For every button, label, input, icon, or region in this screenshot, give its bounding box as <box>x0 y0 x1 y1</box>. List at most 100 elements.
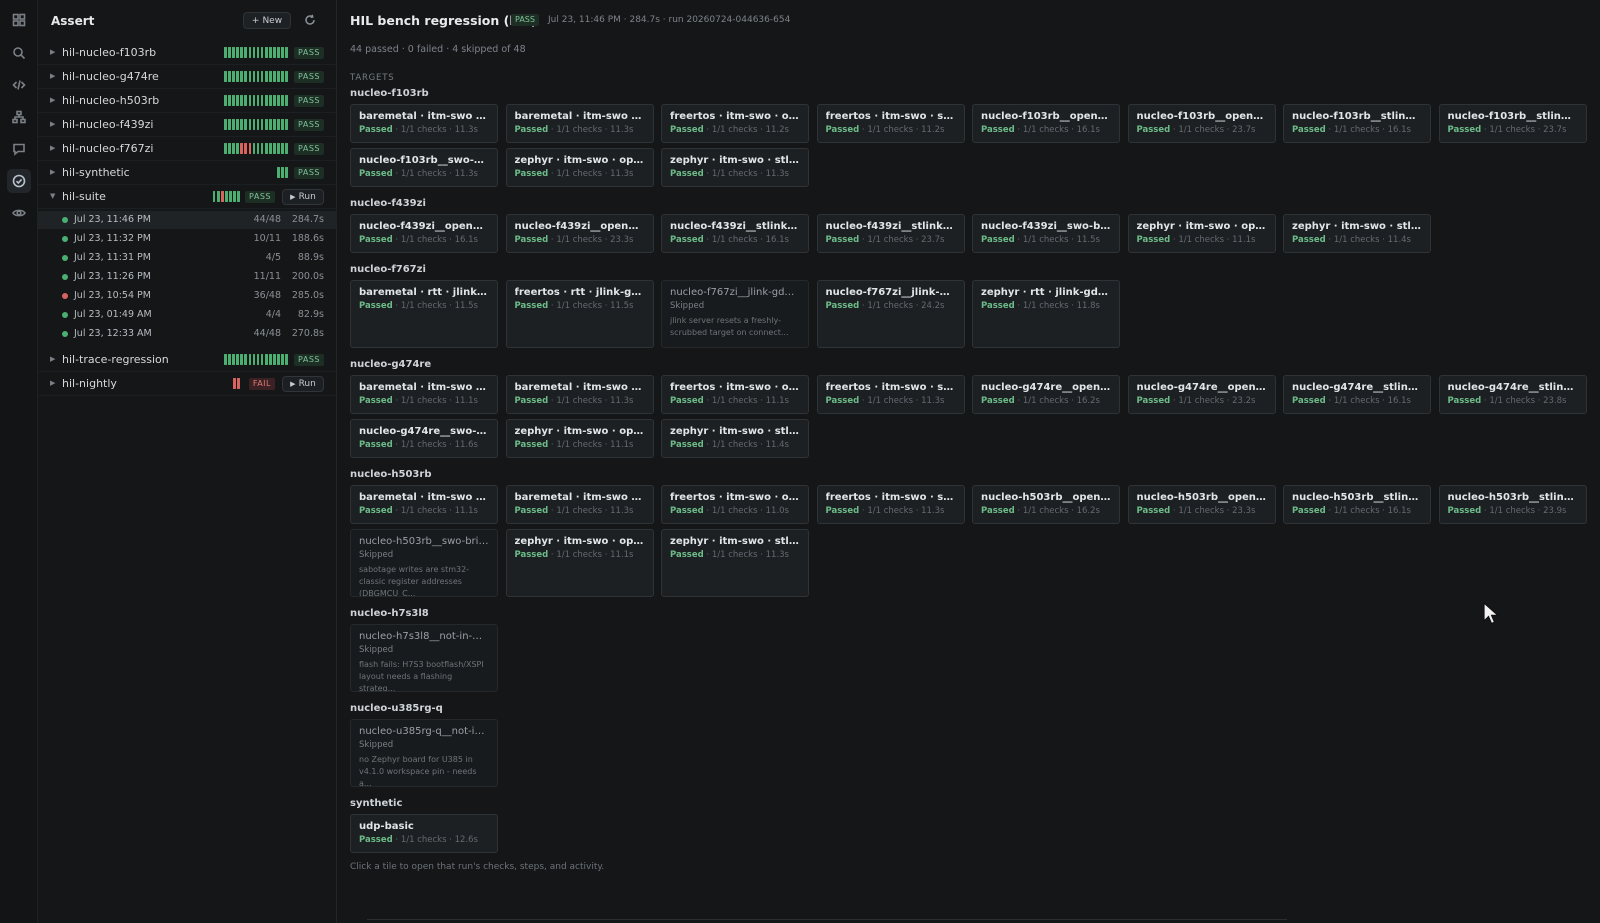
target-tile[interactable]: nucleo-f439zi__stlink-gdb Passed · 1/1 ch… <box>661 214 809 253</box>
run-history-item[interactable]: Jul 23, 10:54 PM 36/48 285.0s <box>38 287 337 305</box>
target-tile[interactable]: freertos · itm-swo · stlink-gdb Passed · … <box>816 104 965 143</box>
run-button[interactable]: ▶ Run <box>282 376 324 392</box>
suite-row[interactable]: ▶ hil-nightly FAIL ▶ Run <box>38 372 337 396</box>
target-tile[interactable]: freertos · itm-swo · openocd Passed · 1/1… <box>661 485 809 524</box>
chevron-right-icon[interactable]: ▶ <box>50 120 55 128</box>
target-tile[interactable]: zephyr · itm-swo · stlink-gdb Passed · 1/… <box>661 529 809 597</box>
suite-row[interactable]: ▶ hil-nucleo-f103rb PASS <box>38 41 337 65</box>
target-tile[interactable]: nucleo-h503rb__openocd_gdb Passed · 1/1 c… <box>972 485 1120 524</box>
target-tile[interactable]: zephyr · itm-swo · openocd Passed · 1/1 c… <box>1127 214 1276 253</box>
chat-icon[interactable] <box>7 137 31 161</box>
target-tile[interactable]: nucleo-f103rb__stlink-gdb Passed · 1/1 ch… <box>1283 104 1431 143</box>
target-tile[interactable]: freertos · itm-swo · openocd Passed · 1/1… <box>661 375 809 414</box>
code-icon[interactable] <box>7 73 31 97</box>
target-tile[interactable]: nucleo-f103rb__openocd_gdb Passed · 1/1 c… <box>972 104 1120 143</box>
target-tile[interactable]: udp-basic Passed · 1/1 checks · 12.6s <box>350 814 498 853</box>
target-tile[interactable]: nucleo-g474re__openocd_gdb Passed · 1/1 c… <box>972 375 1120 414</box>
run-duration: 88.9s <box>297 252 324 263</box>
target-tile[interactable]: nucleo-h503rb__swo-bringup Skipped sabotag… <box>350 529 498 597</box>
tile-state: Skipped <box>359 550 394 560</box>
target-tile[interactable]: nucleo-h503rb__openocd_rtt Passed · 1/1 c… <box>1127 485 1276 524</box>
history-bar <box>269 47 272 58</box>
target-tile[interactable]: nucleo-g474re__stlink-gdb-rtt Passed · 1/… <box>1438 375 1587 414</box>
run-history-item[interactable]: Jul 23, 11:31 PM 4/5 88.9s <box>38 249 337 267</box>
target-tile[interactable]: zephyr · itm-swo · stlink-gdb Passed · 1/… <box>661 419 809 458</box>
target-tile[interactable]: baremetal · itm-swo · stlink Passed · 1/1… <box>505 485 654 524</box>
chevron-right-icon[interactable]: ▶ <box>50 72 55 80</box>
target-tile[interactable]: nucleo-u385rg-q__not-in-matrix Skipped no … <box>350 719 498 787</box>
target-tile[interactable]: nucleo-g474re__openocd_rtt Passed · 1/1 c… <box>1127 375 1276 414</box>
target-tile[interactable]: zephyr · itm-swo · stlink-gdb Passed · 1/… <box>1283 214 1431 253</box>
target-tile[interactable]: nucleo-g474re__stlink-gdb Passed · 1/1 ch… <box>1283 375 1431 414</box>
tile-name: nucleo-f767zi__jlink-gdbs-rtt <box>825 287 956 298</box>
search-icon[interactable] <box>7 41 31 65</box>
target-tile[interactable]: zephyr · itm-swo · stlink-gdb Passed · 1/… <box>661 148 809 187</box>
target-tile[interactable]: nucleo-h7s3l8__not-in-matrix Skipped flash… <box>350 624 498 692</box>
target-tile[interactable]: nucleo-f767zi__jlink-gdbs-rtt Passed · 1/… <box>816 280 965 348</box>
tile-name: baremetal · itm-swo · openocd <box>359 492 489 503</box>
target-tile[interactable]: baremetal · rtt · jlink-gdbserver Passed … <box>350 280 498 348</box>
tile-separator: · <box>392 396 401 406</box>
check-circle-icon[interactable] <box>7 169 31 193</box>
target-tile[interactable]: baremetal · itm-swo · stlink Passed · 1/1… <box>505 104 654 143</box>
target-tile[interactable]: baremetal · itm-swo · openocd Passed · 1/… <box>350 104 498 143</box>
refresh-icon[interactable] <box>304 14 316 26</box>
tile-status: Passed · 1/1 checks · 23.3s <box>1137 506 1267 516</box>
target-tile[interactable]: nucleo-h503rb__stlink-gdb-rtt Passed · 1/… <box>1438 485 1587 524</box>
chevron-down-icon[interactable]: ▼ <box>50 192 55 200</box>
target-tile[interactable]: nucleo-f439zi__openocd_rtt Passed · 1/1 c… <box>505 214 654 253</box>
target-tile[interactable]: zephyr · rtt · jlink-gdbserver Passed · 1… <box>972 280 1120 348</box>
chevron-right-icon[interactable]: ▶ <box>50 168 55 176</box>
target-tile[interactable]: nucleo-h503rb__stlink-gdb Passed · 1/1 ch… <box>1283 485 1431 524</box>
history-bar <box>252 47 256 58</box>
target-tile[interactable]: nucleo-f439zi__openocd_gdb Passed · 1/1 c… <box>350 214 498 253</box>
suite-row[interactable]: ▶ hil-trace-regression PASS <box>38 348 337 372</box>
run-history-item[interactable]: Jul 23, 11:32 PM 10/11 188.6s <box>38 230 337 248</box>
suite-row[interactable]: ▶ hil-synthetic PASS <box>38 161 337 185</box>
run-history-item[interactable]: Jul 23, 01:49 AM 4/4 82.9s <box>38 306 337 324</box>
chevron-right-icon[interactable]: ▶ <box>50 144 55 152</box>
target-tile[interactable]: nucleo-f439zi__swo-bringup Passed · 1/1 c… <box>972 214 1120 253</box>
target-tile[interactable]: zephyr · itm-swo · openocd Passed · 1/1 c… <box>505 529 654 597</box>
horizontal-scrollbar[interactable] <box>367 919 1287 922</box>
suite-row[interactable]: ▶ hil-nucleo-f767zi PASS <box>38 137 337 161</box>
tile-state: Passed <box>670 235 704 245</box>
suite-row[interactable]: ▶ hil-nucleo-f439zi PASS <box>38 113 337 137</box>
target-tile[interactable]: freertos · rtt · jlink-gdbserver Passed ·… <box>505 280 654 348</box>
run-history-item[interactable]: Jul 23, 11:46 PM 44/48 284.7s <box>38 211 337 229</box>
suite-row[interactable]: ▶ hil-nucleo-h503rb PASS <box>38 89 337 113</box>
target-tile[interactable]: nucleo-f103rb__stlink-gdb-rtt Passed · 1/… <box>1438 104 1587 143</box>
target-tile[interactable]: zephyr · itm-swo · openocd Passed · 1/1 c… <box>505 148 654 187</box>
tile-detail: 1/1 checks · 11.1s <box>400 396 478 406</box>
target-tile[interactable]: nucleo-f103rb__swo-bringup Passed · 1/1 c… <box>350 148 498 187</box>
target-tile[interactable]: baremetal · itm-swo · openocd Passed · 1/… <box>350 485 498 524</box>
chevron-right-icon[interactable]: ▶ <box>50 48 55 56</box>
target-tile[interactable]: nucleo-f439zi__stlink-gdb-rtt Passed · 1/… <box>816 214 965 253</box>
chevron-right-icon[interactable]: ▶ <box>50 355 55 363</box>
tile-detail: 1/1 checks · 16.1s <box>1333 396 1411 406</box>
target-tile[interactable]: freertos · itm-swo · stlink-gdb Passed · … <box>816 485 965 524</box>
tile-name: freertos · itm-swo · openocd <box>670 111 800 122</box>
run-history-item[interactable]: Jul 23, 11:26 PM 11/11 200.0s <box>38 268 337 286</box>
suite-row[interactable]: ▼ hil-suite PASS ▶ Run <box>38 185 337 209</box>
run-summary: 44 passed · 0 failed · 4 skipped of 48 <box>350 44 526 55</box>
hierarchy-icon[interactable] <box>7 105 31 129</box>
target-tile[interactable]: baremetal · itm-swo · openocd Passed · 1/… <box>350 375 498 414</box>
run-history-item[interactable]: Jul 23, 12:33 AM 44/48 270.8s <box>38 325 337 343</box>
run-button[interactable]: ▶ Run <box>282 189 324 205</box>
new-suite-button[interactable]: + New <box>243 12 291 29</box>
target-tile[interactable]: freertos · itm-swo · stlink-gdb Passed · … <box>816 375 965 414</box>
target-tile[interactable]: freertos · itm-swo · openocd Passed · 1/1… <box>661 104 809 143</box>
chevron-right-icon[interactable]: ▶ <box>50 379 55 387</box>
eye-icon[interactable] <box>7 201 31 225</box>
grid-icon[interactable] <box>7 8 31 32</box>
target-tile[interactable]: zephyr · itm-swo · openocd Passed · 1/1 c… <box>505 419 654 458</box>
history-bar <box>281 143 284 154</box>
chevron-right-icon[interactable]: ▶ <box>50 96 55 104</box>
target-tile[interactable]: nucleo-g474re__swo-bringup Passed · 1/1 c… <box>350 419 498 458</box>
target-tile[interactable]: nucleo-f767zi__jlink-gdbserver Skipped jli… <box>661 280 809 348</box>
target-tile[interactable]: baremetal · itm-swo · stlink Passed · 1/1… <box>505 375 654 414</box>
history-bar <box>232 47 235 58</box>
target-tile[interactable]: nucleo-f103rb__openocd_rtt Passed · 1/1 c… <box>1127 104 1276 143</box>
suite-row[interactable]: ▶ hil-nucleo-g474re PASS <box>38 65 337 89</box>
